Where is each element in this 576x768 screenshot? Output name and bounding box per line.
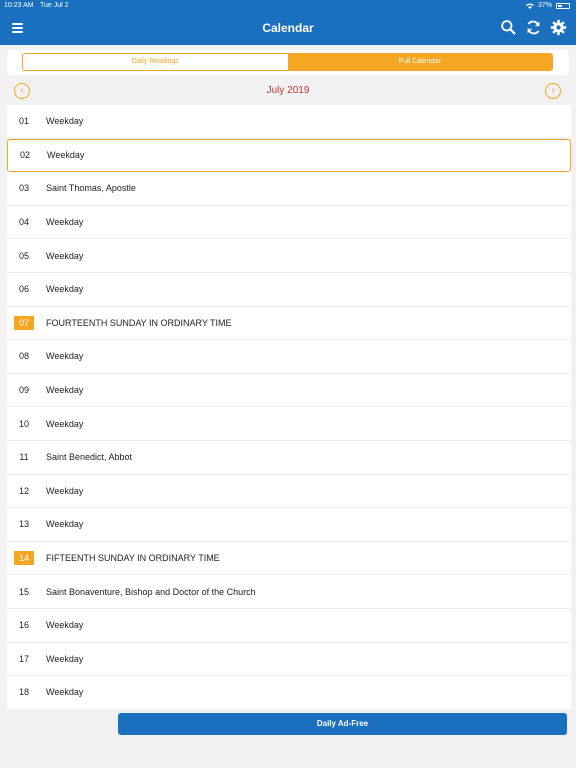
battery-percent: 37% [537, 2, 552, 9]
day-title: Weekday [46, 351, 84, 362]
day-row[interactable]: 08 Weekday [7, 340, 571, 374]
day-title: Saint Thomas, Apostle [46, 183, 136, 194]
day-number: 18 [18, 687, 29, 698]
day-number: 12 [18, 485, 29, 496]
day-number: 04 [18, 217, 29, 228]
day-title: Weekday [46, 620, 84, 631]
view-segmented-control: Daily Readings Full Calendar [22, 53, 553, 71]
status-time: 10:23 AM [4, 2, 34, 9]
day-title: Weekday [46, 217, 84, 228]
status-right: 37% [525, 0, 570, 11]
day-row[interactable]: 07 FOURTEENTH SUNDAY IN ORDINARY TIME [7, 307, 571, 341]
day-title: Weekday [46, 485, 84, 496]
day-title: FOURTEENTH SUNDAY IN ORDINARY TIME [46, 317, 232, 328]
status-date: Tue Jul 2 [40, 2, 69, 9]
day-row[interactable]: 17 Weekday [7, 643, 571, 677]
day-number: 16 [18, 620, 29, 631]
day-number: 06 [18, 284, 29, 295]
day-row[interactable]: 13 Weekday [7, 508, 571, 542]
day-row[interactable]: 03 Saint Thomas, Apostle [7, 172, 571, 206]
next-month-button[interactable]: › [545, 83, 561, 99]
day-row[interactable]: 04 Weekday [7, 206, 571, 240]
day-number: 03 [18, 183, 29, 194]
day-title: Weekday [46, 653, 84, 664]
day-title: Weekday [46, 687, 84, 698]
refresh-icon[interactable] [525, 19, 542, 36]
day-number: 05 [18, 250, 29, 261]
day-number: 10 [18, 418, 29, 429]
day-row[interactable]: 01 Weekday [7, 105, 571, 139]
day-row[interactable]: 02 Weekday [7, 138, 571, 173]
bottom-area [0, 738, 576, 768]
day-row[interactable]: 14 FIFTEENTH SUNDAY IN ORDINARY TIME [7, 542, 571, 576]
tab-full-calendar[interactable]: Full Calendar [287, 54, 552, 70]
page-title: Calendar [262, 21, 314, 35]
status-bar: 10:23 AM Tue Jul 2 37% [0, 0, 576, 11]
day-number: 01 [18, 116, 29, 127]
day-number: 07 [14, 315, 34, 330]
day-title: FIFTEENTH SUNDAY IN ORDINARY TIME [46, 553, 220, 564]
nav-actions [500, 19, 567, 36]
tab-daily-readings[interactable]: Daily Readings [23, 54, 288, 70]
day-row[interactable]: 09 Weekday [7, 374, 571, 408]
day-number: 11 [19, 452, 29, 463]
battery-icon [556, 2, 570, 9]
search-icon[interactable] [500, 19, 517, 36]
gear-icon[interactable] [550, 19, 567, 36]
day-number: 17 [18, 653, 29, 664]
day-title: Weekday [46, 519, 84, 530]
day-number: 14 [14, 551, 34, 566]
day-title: Weekday [46, 250, 84, 261]
day-number: 02 [19, 150, 30, 161]
day-number: 09 [18, 385, 29, 396]
segment-container: Daily Readings Full Calendar [7, 50, 569, 75]
ad-free-button[interactable]: Daily Ad-Free [118, 713, 567, 735]
day-row[interactable]: 18 Weekday [7, 676, 571, 709]
day-title: Weekday [46, 284, 84, 295]
day-row[interactable]: 05 Weekday [7, 239, 571, 273]
day-number: 13 [18, 519, 29, 530]
month-label: July 2019 [266, 85, 310, 96]
day-title: Saint Bonaventure, Bishop and Doctor of … [46, 586, 256, 597]
day-title: Weekday [47, 150, 85, 161]
day-title: Weekday [46, 116, 84, 127]
day-row[interactable]: 15 Saint Bonaventure, Bishop and Doctor o… [7, 575, 571, 609]
day-row[interactable]: 16 Weekday [7, 609, 571, 643]
nav-bar: Calendar [0, 11, 576, 45]
day-title: Weekday [46, 385, 84, 396]
month-header: ‹ July 2019 › [0, 78, 576, 103]
day-row[interactable]: 11 Saint Benedict, Abbot [7, 441, 571, 475]
day-row[interactable]: 10 Weekday [7, 407, 571, 441]
day-list: 01 Weekday 02 Weekday 03 Saint Thomas, Apostl… [7, 105, 571, 709]
day-title: Saint Benedict, Abbot [46, 452, 133, 463]
day-row[interactable]: 06 Weekday [7, 273, 571, 307]
wifi-icon [525, 3, 534, 9]
day-row[interactable]: 12 Weekday [7, 475, 571, 509]
day-number: 15 [18, 586, 29, 597]
day-number: 08 [18, 351, 29, 362]
day-title: Weekday [46, 418, 84, 429]
